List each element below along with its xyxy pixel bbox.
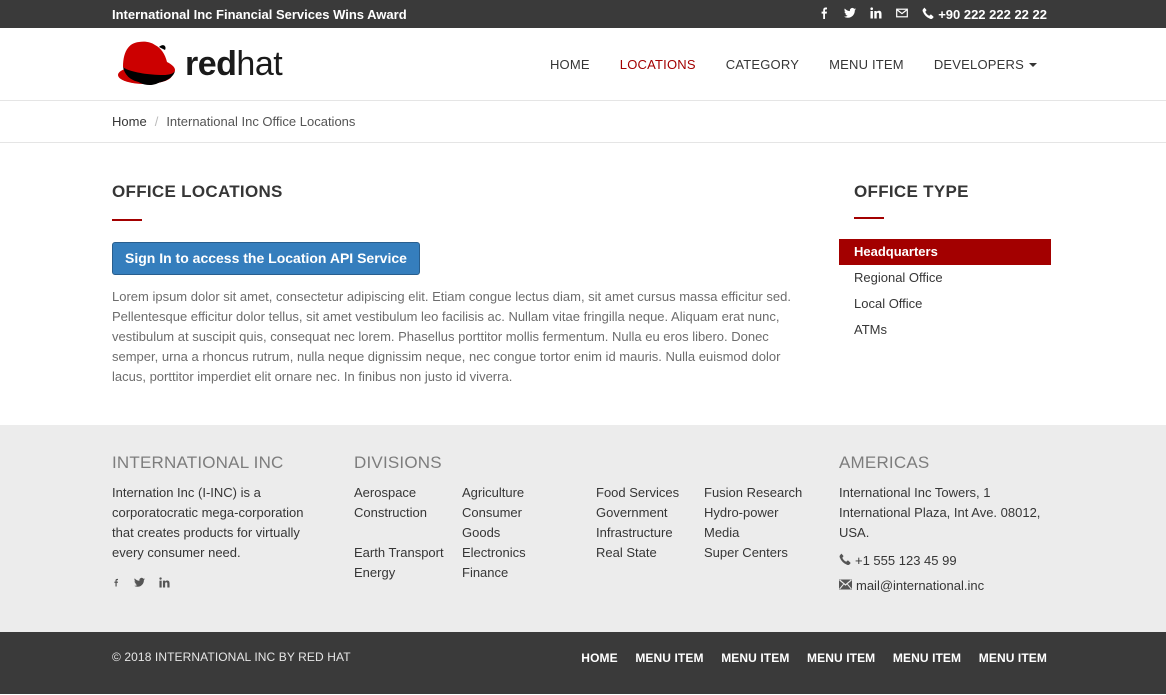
footer-address: International Inc Towers, 1 Internationa… — [839, 485, 1041, 540]
twitter-icon[interactable] — [844, 7, 857, 22]
footer-email-address[interactable]: mail@international.inc — [856, 578, 984, 593]
divisions-col-4: Fusion Research Hydro-power Media Super … — [704, 483, 812, 583]
division-link[interactable]: Electronics — [462, 543, 570, 563]
envelope-icon — [839, 578, 852, 593]
footer-divisions-title: DIVISIONS — [354, 453, 442, 472]
office-type-local[interactable]: Local Office — [839, 291, 1051, 317]
nav-developers-label: DEVELOPERS — [933, 56, 1024, 72]
division-link[interactable]: Food Services — [596, 483, 704, 503]
division-link[interactable]: Consumer — [462, 503, 570, 523]
division-link[interactable]: Finance — [462, 563, 570, 583]
phone-number: +90 222 222 22 22 — [938, 6, 1047, 22]
site-footer: INTERNATIONAL INC Internation Inc (I-INC… — [0, 425, 1166, 632]
twitter-icon[interactable] — [134, 577, 145, 591]
divisions-col-2: Agriculture Consumer Goods Electronics F… — [462, 483, 570, 583]
nav-home[interactable]: HOME — [550, 57, 590, 72]
division-link[interactable]: Real State — [596, 543, 704, 563]
footer-email: mail@international.inc — [839, 578, 1054, 593]
footer-divisions: DIVISIONS Aerospace Construction Earth T… — [354, 453, 839, 593]
logo-wordmark: redhat — [185, 45, 283, 83]
phone-icon — [922, 7, 934, 22]
division-link[interactable]: Construction — [354, 503, 462, 523]
nav-menu-item[interactable]: MENU ITEM — [829, 57, 904, 72]
division-spacer — [354, 523, 462, 543]
redhat-logo[interactable]: redhat — [115, 37, 283, 92]
breadcrumb-home[interactable]: Home — [112, 114, 147, 129]
bottom-link-home[interactable]: HOME — [581, 651, 617, 665]
bottom-link-menu-item[interactable]: MENU ITEM — [721, 651, 789, 665]
footer-phone: +1 555 123 45 99 — [839, 553, 1054, 568]
content-column: OFFICE LOCATIONS Sign In to access the L… — [112, 143, 812, 387]
office-type-sidebar: OFFICE TYPE Headquarters Regional Office… — [839, 143, 1054, 387]
sidebar-title: OFFICE TYPE — [854, 182, 969, 201]
bottom-link-menu-item[interactable]: MENU ITEM — [979, 651, 1047, 665]
footer-company: INTERNATIONAL INC Internation Inc (I-INC… — [112, 453, 354, 593]
shadowman-logo-icon — [115, 37, 179, 92]
facebook-icon[interactable] — [112, 577, 120, 591]
body-text: Lorem ipsum dolor sit amet, consectetur … — [112, 289, 791, 384]
linkedin-icon[interactable] — [159, 577, 170, 591]
footer-social — [112, 577, 354, 591]
envelope-icon[interactable] — [896, 7, 909, 22]
title-divider — [112, 219, 142, 221]
page-title: OFFICE LOCATIONS — [112, 182, 283, 201]
division-link[interactable]: Infrastructure — [596, 523, 704, 543]
divisions-grid: Aerospace Construction Earth Transport E… — [354, 483, 839, 583]
sidebar-divider — [854, 217, 884, 219]
sign-in-api-button[interactable]: Sign In to access the Location API Servi… — [112, 242, 420, 275]
footer-company-title: INTERNATIONAL INC — [112, 453, 284, 472]
division-link[interactable]: Energy — [354, 563, 462, 583]
footer-americas: AMERICAS International Inc Towers, 1 Int… — [839, 453, 1054, 593]
divisions-col-1: Aerospace Construction Earth Transport E… — [354, 483, 462, 583]
office-type-list: Headquarters Regional Office Local Offic… — [839, 239, 1054, 343]
site-header: redhat HOME LOCATIONS CATEGORY MENU ITEM… — [0, 28, 1166, 101]
division-link[interactable]: Media — [704, 523, 812, 543]
main-section: OFFICE LOCATIONS Sign In to access the L… — [0, 143, 1166, 425]
footer-company-text: Internation Inc (I-INC) is a corporatocr… — [112, 485, 304, 560]
main-nav: HOME LOCATIONS CATEGORY MENU ITEM DEVELO… — [520, 57, 1037, 72]
office-type-atms[interactable]: ATMs — [839, 317, 1051, 343]
division-link[interactable]: Agriculture — [462, 483, 570, 503]
nav-developers-dropdown[interactable]: DEVELOPERS — [934, 57, 1037, 72]
breadcrumb: Home / International Inc Office Location… — [0, 101, 1166, 143]
division-link[interactable]: Super Centers — [704, 543, 812, 563]
footer-americas-title: AMERICAS — [839, 453, 930, 472]
bottom-nav: HOME MENU ITEM MENU ITEM MENU ITEM MENU … — [567, 650, 1047, 665]
linkedin-icon[interactable] — [870, 6, 882, 22]
caret-down-icon — [1029, 63, 1037, 68]
bottom-link-menu-item[interactable]: MENU ITEM — [807, 651, 875, 665]
division-link[interactable]: Aerospace — [354, 483, 462, 503]
nav-category[interactable]: CATEGORY — [726, 57, 799, 72]
breadcrumb-separator: / — [154, 114, 159, 129]
announcement-link[interactable]: International Inc Financial Services Win… — [112, 7, 407, 22]
bottom-link-menu-item[interactable]: MENU ITEM — [893, 651, 961, 665]
facebook-icon[interactable] — [818, 7, 830, 22]
bottom-bar: © 2018 INTERNATIONAL INC BY RED HAT HOME… — [0, 632, 1166, 694]
division-link[interactable]: Earth Transport — [354, 543, 462, 563]
phone-contact[interactable]: +90 222 222 22 22 — [922, 7, 1047, 22]
copyright: © 2018 INTERNATIONAL INC BY RED HAT — [112, 650, 351, 664]
division-link[interactable]: Hydro-power — [704, 503, 812, 523]
footer-phone-number[interactable]: +1 555 123 45 99 — [855, 553, 957, 568]
division-link[interactable]: Government — [596, 503, 704, 523]
office-type-headquarters[interactable]: Headquarters — [839, 239, 1051, 265]
divisions-col-3: Food Services Government Infrastructure … — [596, 483, 704, 583]
division-link[interactable]: Fusion Research — [704, 483, 812, 503]
top-bar: International Inc Financial Services Win… — [0, 0, 1166, 28]
breadcrumb-current: International Inc Office Locations — [166, 114, 356, 129]
phone-icon — [839, 553, 851, 568]
nav-locations[interactable]: LOCATIONS — [620, 57, 696, 72]
division-link[interactable]: Goods — [462, 523, 570, 543]
bottom-link-menu-item[interactable]: MENU ITEM — [635, 651, 703, 665]
office-type-regional[interactable]: Regional Office — [839, 265, 1051, 291]
